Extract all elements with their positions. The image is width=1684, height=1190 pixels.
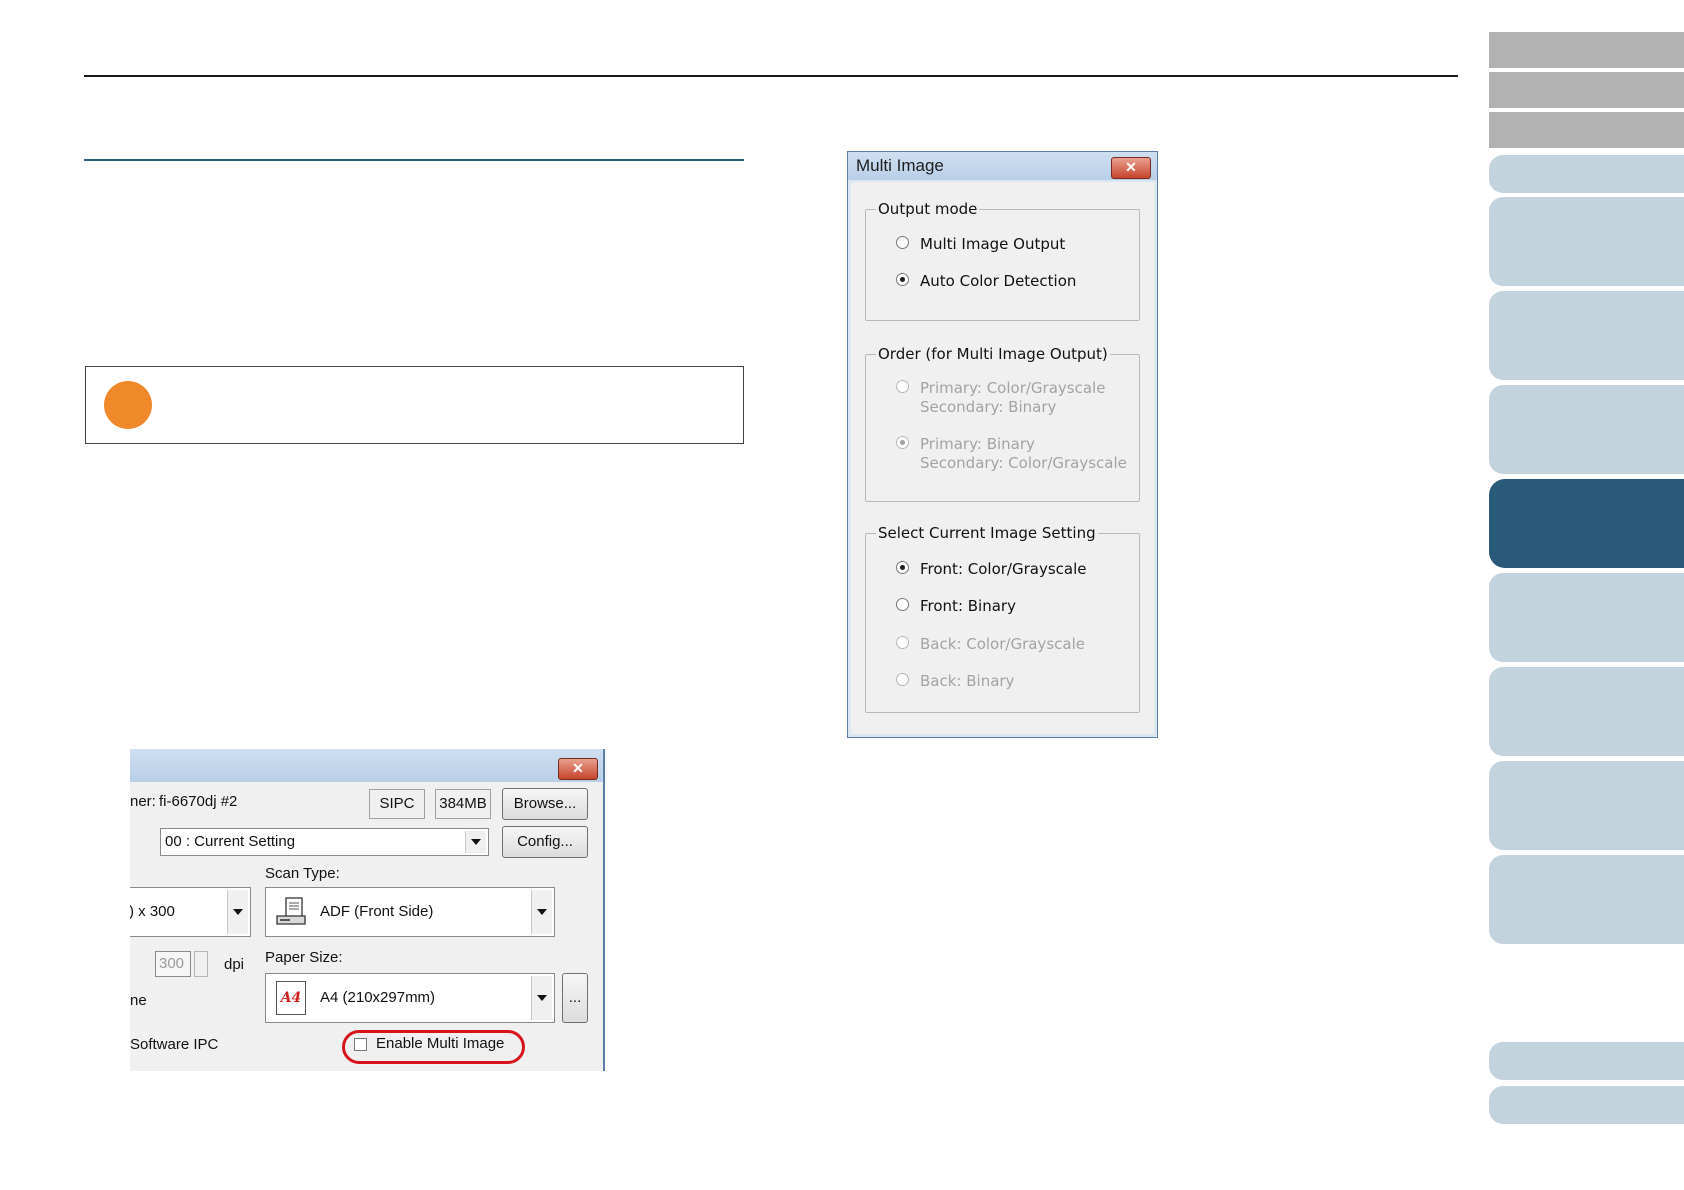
close-button[interactable]: ✕ [558,758,598,780]
radio-button[interactable] [896,673,909,686]
radio-label: Front: Color/Grayscale [920,560,1087,578]
nav-tab-chapter-current[interactable] [1489,479,1684,568]
dpi-label: dpi [224,956,245,973]
close-button[interactable]: ✕ [1111,157,1151,179]
scanner-icon [274,896,308,928]
select-current-group: Select Current Image Setting Front: Colo… [865,523,1140,713]
checkbox-box[interactable] [354,1038,367,1051]
output-mode-label: Output mode [876,199,980,219]
section-rule [84,159,744,161]
note-box [85,366,744,444]
order-group: Order (for Multi Image Output) Primary: … [865,344,1140,502]
dpi-spinner[interactable] [194,951,208,977]
chevron-down-icon[interactable] [227,890,248,934]
custom-dpi-input[interactable]: 300 [155,951,191,977]
radio-label: Back: Binary [920,672,1015,690]
nav-tab-chapter-1[interactable] [1489,155,1684,193]
software-ipc-label: Software IPC [130,1036,219,1053]
sipc-indicator: SIPC [369,789,425,819]
nav-tab-chapter-2[interactable] [1489,197,1684,286]
config-button[interactable]: Config... [502,826,588,858]
nav-tab-chapter-9[interactable] [1489,855,1684,944]
multi-image-dialog: Multi Image ✕ Output mode Multi Image Ou… [847,151,1158,738]
partial-label: ne [130,992,147,1009]
nav-tab-chapter-6[interactable] [1489,573,1684,662]
radio-button[interactable] [896,561,909,574]
output-mode-group: Output mode Multi Image Output Auto Colo… [865,199,1140,321]
setting-dropdown[interactable]: 00 : Current Setting [160,828,489,856]
select-current-label: Select Current Image Setting [876,523,1098,543]
nav-tab-top-1[interactable] [1489,32,1684,68]
nav-tab-chapter-8[interactable] [1489,761,1684,850]
paper-a4-icon: A4 [276,981,306,1015]
chevron-down-icon[interactable] [531,976,552,1020]
resolution-value: ) x 300 [130,903,175,920]
scan-type-dropdown[interactable]: ADF (Front Side) [265,887,555,937]
nav-tab-bottom-2[interactable] [1489,1086,1684,1124]
chevron-down-icon[interactable] [531,890,552,934]
radio-label: Multi Image Output [920,235,1066,253]
chevron-down-icon[interactable] [465,831,486,853]
radio-label: Front: Binary [920,597,1016,615]
scanner-label: ner: [130,793,156,810]
paper-size-dropdown[interactable]: A4 A4 (210x297mm) [265,973,555,1023]
radio-label-line1: Primary: Color/Grayscale [920,379,1106,397]
radio-label-line2: Secondary: Binary [920,398,1057,416]
dialog-titlebar [130,749,603,782]
header-rule [84,75,1458,77]
radio-label-line1: Primary: Binary [920,435,1035,453]
radio-button[interactable] [896,380,909,393]
paper-size-more-button[interactable]: ... [562,973,588,1023]
scanner-name: fi-6670dj #2 [159,793,238,810]
nav-tab-bottom-1[interactable] [1489,1042,1684,1080]
scan-type-value: ADF (Front Side) [320,903,434,920]
radio-button[interactable] [896,436,909,449]
radio-label: Auto Color Detection [920,272,1077,290]
paper-size-value: A4 (210x297mm) [320,989,436,1006]
radio-button[interactable] [896,236,909,249]
dialog-body: Output mode Multi Image Output Auto Colo… [851,182,1154,734]
nav-tab-chapter-4[interactable] [1489,385,1684,474]
enable-multi-image-label: Enable Multi Image [376,1035,505,1052]
radio-label: Back: Color/Grayscale [920,635,1085,653]
paper-size-label: Paper Size: [265,949,343,966]
attention-icon [104,381,152,429]
radio-label-line2: Secondary: Color/Grayscale [920,454,1127,472]
radio-button[interactable] [896,636,909,649]
browse-button[interactable]: Browse... [502,788,588,820]
nav-tab-chapter-7[interactable] [1489,667,1684,756]
scanner-settings-dialog: ✕ ner: fi-6670dj #2 SIPC 384MB Browse...… [130,749,605,1071]
radio-button[interactable] [896,273,909,286]
order-label: Order (for Multi Image Output) [876,344,1110,364]
nav-tab-chapter-3[interactable] [1489,291,1684,380]
memory-indicator: 384MB [435,789,491,819]
radio-button[interactable] [896,598,909,611]
nav-tab-top-3[interactable] [1489,112,1684,148]
setting-value: 00 : Current Setting [165,833,296,850]
scan-type-label: Scan Type: [265,865,340,882]
nav-tab-top-2[interactable] [1489,72,1684,108]
resolution-dropdown[interactable]: ) x 300 [130,887,251,937]
